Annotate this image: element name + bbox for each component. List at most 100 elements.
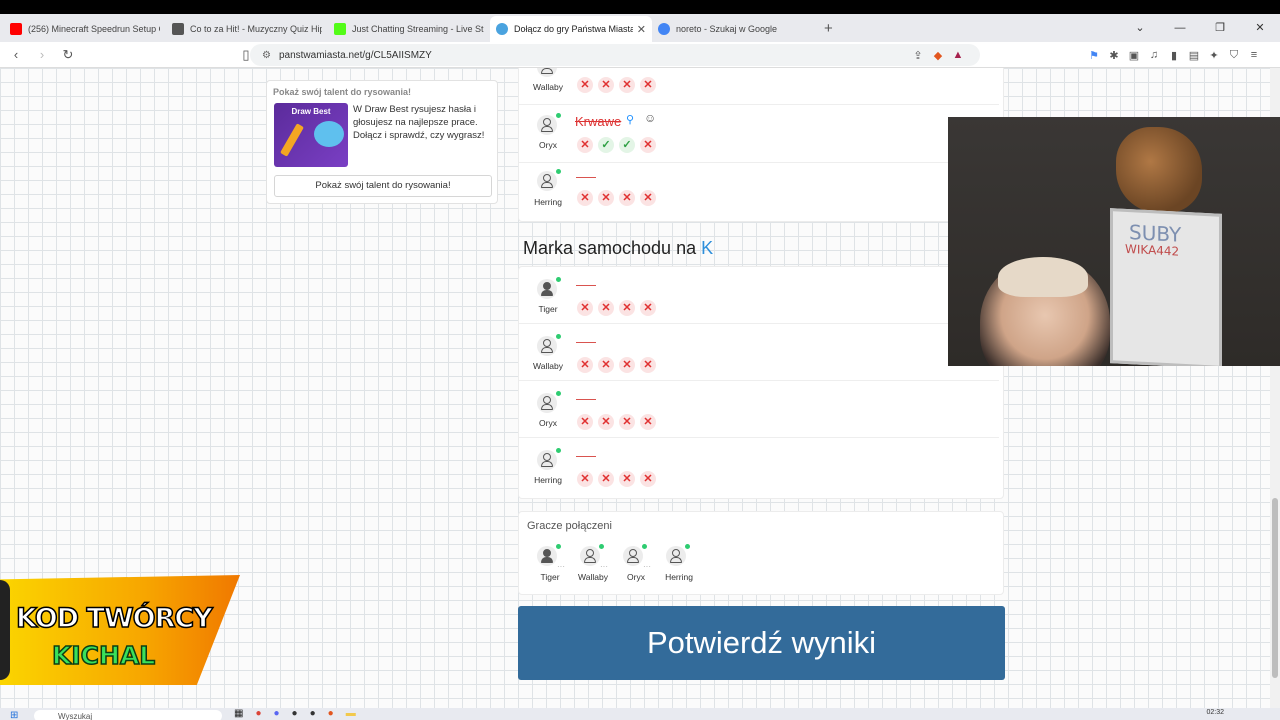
- reject-vote-icon[interactable]: ✕: [577, 357, 593, 373]
- reject-vote-icon[interactable]: ✕: [619, 471, 635, 487]
- online-dot: [599, 544, 604, 549]
- sidebar-icon[interactable]: ▮: [1164, 49, 1184, 62]
- window-controls: ⌄ — ❐ ✕: [1120, 14, 1280, 42]
- confirm-results-button[interactable]: Potwierdź wyniki: [518, 606, 1005, 680]
- reject-vote-icon[interactable]: ✕: [640, 357, 656, 373]
- reject-vote-icon[interactable]: ✕: [577, 77, 593, 93]
- reject-vote-icon[interactable]: ✕: [598, 357, 614, 373]
- category-name: Marka samochodu na: [523, 238, 697, 258]
- new-tab-button[interactable]: +: [824, 20, 833, 37]
- reject-vote-icon[interactable]: ✕: [640, 471, 656, 487]
- address-bar-icons: ⇪ ◆ ▲: [908, 42, 968, 68]
- reject-vote-icon[interactable]: ✕: [598, 190, 614, 206]
- reject-vote-icon[interactable]: ✕: [640, 300, 656, 316]
- reject-vote-icon[interactable]: ✕: [598, 77, 614, 93]
- url-text: panstwamiasta.net/g/CL5AIISMZY: [278, 49, 432, 61]
- reject-vote-icon[interactable]: ✕: [598, 471, 614, 487]
- leo-icon[interactable]: ✦: [1204, 49, 1224, 62]
- vote-buttons: ✕ ✕ ✕ ✕: [577, 190, 656, 206]
- reject-vote-icon[interactable]: ✕: [619, 414, 635, 430]
- extensions-icon[interactable]: ✱: [1104, 49, 1124, 62]
- player-name: Oryx: [627, 572, 645, 582]
- reject-vote-icon[interactable]: ✕: [640, 137, 656, 153]
- reject-vote-icon[interactable]: ✕: [577, 190, 593, 206]
- reject-vote-icon[interactable]: ✕: [619, 190, 635, 206]
- minimize-icon[interactable]: —: [1160, 14, 1200, 42]
- forward-icon[interactable]: ›: [32, 47, 52, 62]
- share-icon[interactable]: ⇪: [908, 49, 928, 62]
- player-row: Wallaby ✕ ✕ ✕ ✕: [519, 68, 999, 105]
- accept-vote-icon[interactable]: ✓: [598, 137, 614, 153]
- youtube-icon: [10, 23, 22, 35]
- tab-3[interactable]: Dołącz do gry Państwa Miasta ✕: [490, 16, 652, 42]
- player-name: Wallaby: [578, 572, 608, 582]
- player-row: Herring ✕ ✕ ✕ ✕: [519, 438, 999, 495]
- creator-code-title: KOD TWÓRCY: [15, 602, 213, 635]
- ad-image[interactable]: Draw Best: [274, 103, 348, 167]
- wallet-icon[interactable]: ▤: [1184, 49, 1204, 62]
- search-icon[interactable]: ⚲: [626, 113, 634, 126]
- app-icon[interactable]: ●: [310, 708, 316, 719]
- discord-icon[interactable]: ●: [274, 708, 280, 719]
- task-view-icon[interactable]: ▦: [234, 708, 243, 719]
- vote-buttons: ✕ ✓ ✓ ✕: [577, 137, 656, 153]
- reject-vote-icon[interactable]: ✕: [598, 300, 614, 316]
- close-window-icon[interactable]: ✕: [1240, 14, 1280, 42]
- chrome-icon[interactable]: ●: [255, 708, 261, 719]
- media-icon[interactable]: ♫: [1144, 49, 1164, 61]
- folder-icon[interactable]: ▬: [346, 708, 356, 719]
- online-dot: [642, 544, 647, 549]
- reject-vote-icon[interactable]: ✕: [598, 414, 614, 430]
- reject-vote-icon[interactable]: ✕: [577, 137, 593, 153]
- avatar: [535, 169, 561, 195]
- scrollbar-thumb[interactable]: [1272, 498, 1278, 678]
- kick-icon: [334, 23, 346, 35]
- reject-vote-icon[interactable]: ✕: [640, 77, 656, 93]
- tab-4[interactable]: noreto - Szukaj w Google: [652, 16, 814, 42]
- obs-icon[interactable]: ●: [292, 708, 298, 719]
- emoji-icon[interactable]: ☺: [644, 111, 656, 125]
- accept-vote-icon[interactable]: ✓: [619, 137, 635, 153]
- player-name: Wallaby: [533, 361, 563, 371]
- rewards-icon[interactable]: ▲: [948, 49, 968, 61]
- tab-0[interactable]: (256) Minecraft Speedrun Setup Guid: [4, 16, 166, 42]
- empty-answer-dash: [576, 342, 596, 343]
- url-field[interactable]: ⚙ panstwamiasta.net/g/CL5AIISMZY: [250, 44, 980, 66]
- reject-vote-icon[interactable]: ✕: [619, 77, 635, 93]
- maximize-icon[interactable]: ❐: [1200, 14, 1240, 42]
- online-dot: [556, 448, 561, 453]
- reject-vote-icon[interactable]: ✕: [577, 471, 593, 487]
- tab-2[interactable]: Just Chatting Streaming - Live Strean: [328, 16, 490, 42]
- taskbar-search[interactable]: Wyszukaj: [34, 710, 222, 720]
- reject-vote-icon[interactable]: ✕: [640, 190, 656, 206]
- vote-buttons: ✕ ✕ ✕ ✕: [577, 300, 656, 316]
- close-icon[interactable]: ✕: [637, 23, 646, 36]
- screenshot-icon[interactable]: ▣: [1124, 49, 1144, 62]
- site-settings-icon[interactable]: ⚙: [262, 50, 271, 61]
- back-icon[interactable]: ‹: [6, 47, 26, 62]
- online-dot: [556, 544, 561, 549]
- reject-vote-icon[interactable]: ✕: [619, 300, 635, 316]
- translate-icon[interactable]: ⚑: [1084, 49, 1104, 62]
- reject-vote-icon[interactable]: ✕: [577, 300, 593, 316]
- menu-icon[interactable]: ≡: [1244, 49, 1264, 61]
- reject-vote-icon[interactable]: ✕: [619, 357, 635, 373]
- empty-answer-dash: [576, 456, 596, 457]
- connected-player: ··· Wallaby: [570, 544, 614, 586]
- online-dot: [556, 113, 561, 118]
- tab-list-icon[interactable]: ⌄: [1120, 14, 1160, 42]
- tab-1[interactable]: Co to za Hit! - Muzyczny Quiz Hip-H: [166, 16, 328, 42]
- windows-start-icon[interactable]: ⊞: [10, 710, 18, 720]
- vpn-icon[interactable]: ⛉: [1224, 49, 1244, 62]
- reject-vote-icon[interactable]: ✕: [577, 414, 593, 430]
- player-name: Tiger: [540, 572, 560, 582]
- reload-icon[interactable]: ↻: [58, 47, 78, 63]
- ad-button[interactable]: Pokaż swój talent do rysowania!: [274, 175, 492, 197]
- reject-vote-icon[interactable]: ✕: [640, 414, 656, 430]
- brave-shield-icon[interactable]: ◆: [928, 49, 948, 62]
- player-name: Herring: [534, 197, 562, 207]
- player-name: Herring: [534, 475, 562, 485]
- vote-buttons: ✕ ✕ ✕ ✕: [577, 77, 656, 93]
- connected-player: ··· Tiger: [527, 544, 571, 586]
- brave-icon[interactable]: ●: [328, 708, 334, 719]
